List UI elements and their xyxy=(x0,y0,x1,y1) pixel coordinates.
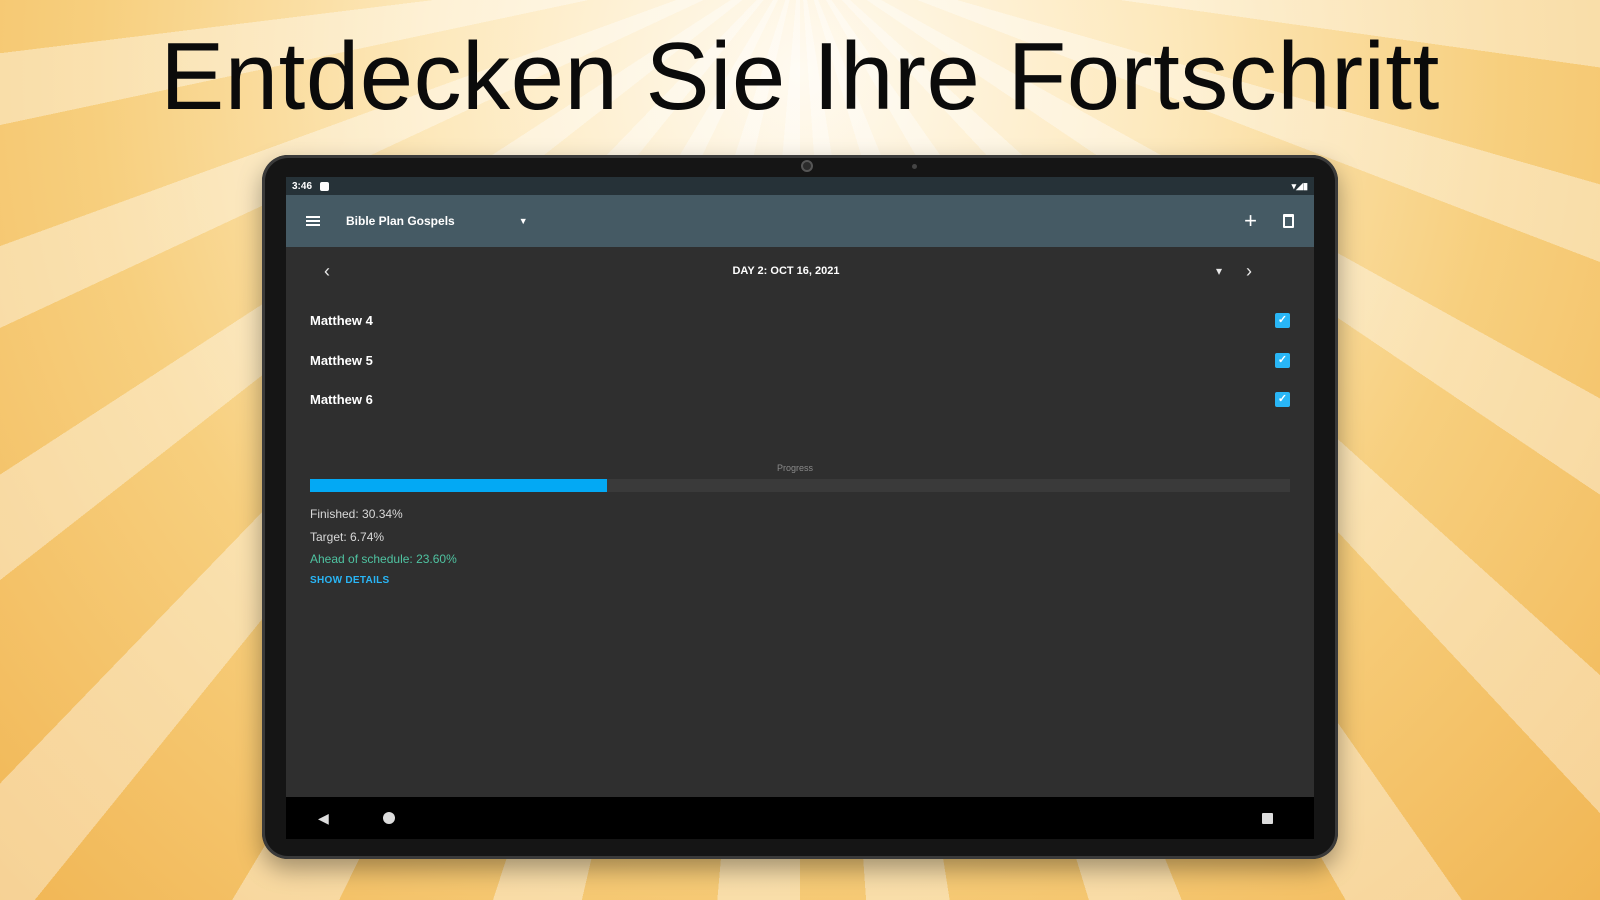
target-stat: Target: 6.74% xyxy=(310,530,385,544)
list-item[interactable]: Matthew 4 ✓ xyxy=(310,301,1290,341)
progress-bar xyxy=(310,479,1290,492)
camera-icon xyxy=(801,160,813,172)
checkbox-checked-icon[interactable]: ✓ xyxy=(1275,392,1290,408)
back-triangle-icon[interactable]: ◀ xyxy=(318,810,329,827)
finished-stat: Finished: 30.34% xyxy=(310,507,403,521)
notification-icon xyxy=(320,181,330,191)
list-item[interactable]: Matthew 5 ✓ xyxy=(310,341,1290,381)
tablet-frame: 3:46 ▾◢▮ Bible Plan Gospels ▼ + ‹ DAY 2:… xyxy=(262,155,1338,859)
plan-title[interactable]: Bible Plan Gospels xyxy=(346,214,455,228)
status-bar: 3:46 ▾◢▮ xyxy=(286,177,1314,195)
next-day-button[interactable]: › xyxy=(1246,261,1252,282)
app-screen: 3:46 ▾◢▮ Bible Plan Gospels ▼ + ‹ DAY 2:… xyxy=(286,177,1314,839)
checkbox-checked-icon[interactable]: ✓ xyxy=(1275,352,1290,368)
day-navigation: ‹ DAY 2: OCT 16, 2021 ▾ › xyxy=(286,251,1314,291)
progress-fill xyxy=(310,479,608,492)
checkbox-checked-icon[interactable]: ✓ xyxy=(1275,313,1290,329)
system-nav-bar: ◀ xyxy=(286,797,1314,839)
progress-caption: Progress xyxy=(776,463,813,473)
reading-label: Matthew 6 xyxy=(310,392,373,408)
trash-icon[interactable] xyxy=(1283,214,1294,228)
add-plan-button[interactable]: + xyxy=(1244,210,1257,232)
reading-label: Matthew 4 xyxy=(310,313,373,329)
day-dropdown-icon[interactable]: ▾ xyxy=(1216,264,1222,278)
reading-list: Matthew 4 ✓ Matthew 5 ✓ Matthew 6 ✓ xyxy=(310,301,1290,420)
menu-icon[interactable] xyxy=(306,216,320,226)
show-details-button[interactable]: SHOW DETAILS xyxy=(310,575,390,586)
home-circle-icon[interactable] xyxy=(383,812,395,824)
headline: Entdecken Sie Ihre Fortschritt xyxy=(160,23,1440,130)
status-time: 3:46 xyxy=(292,180,313,192)
ahead-stat: Ahead of schedule: 23.60% xyxy=(310,552,457,566)
recents-square-icon[interactable] xyxy=(1262,812,1273,824)
reading-label: Matthew 5 xyxy=(310,352,373,368)
list-item[interactable]: Matthew 6 ✓ xyxy=(310,380,1290,420)
day-label: DAY 2: OCT 16, 2021 xyxy=(732,265,840,277)
app-bar: Bible Plan Gospels ▼ + xyxy=(286,195,1314,247)
sensor-dot xyxy=(912,164,917,169)
chevron-down-icon[interactable]: ▼ xyxy=(519,216,528,226)
status-icons: ▾◢▮ xyxy=(1291,180,1308,191)
